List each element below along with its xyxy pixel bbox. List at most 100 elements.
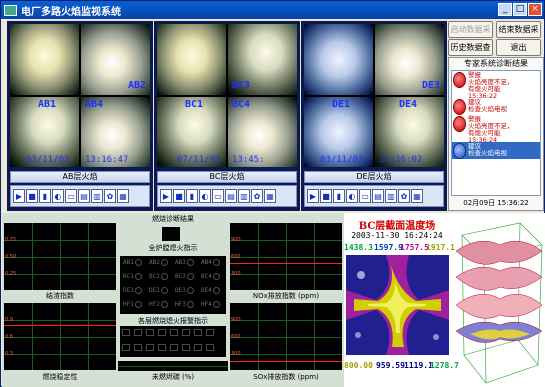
maximize-button[interactable]: □: [513, 3, 527, 16]
fire-indicator: DE1: [123, 287, 142, 294]
advice-icon: [453, 143, 466, 159]
zoom-icon[interactable]: ▭: [65, 189, 77, 203]
message-text: 建议 检查火焰电视: [468, 142, 507, 157]
camera-view-de2[interactable]: DE3: [375, 24, 444, 95]
settings-icon[interactable]: ✿: [104, 189, 116, 203]
camera-label: DE3: [421, 79, 440, 91]
camera-view-bc1[interactable]: [157, 24, 226, 95]
fire-indicator: HF1: [123, 301, 142, 308]
stop-capture-button[interactable]: 结束数据采集: [496, 21, 541, 49]
furnace-3d-view[interactable]: [450, 215, 544, 385]
camera-time: 13:45:: [232, 155, 265, 165]
slagging-chart: 0.75 0.50 0.25: [4, 223, 116, 290]
y-tick: 0.50: [5, 254, 17, 260]
alarm-box: [122, 329, 130, 336]
play-icon[interactable]: ▶: [13, 189, 25, 203]
panel-label: SOx排放指数 (ppm): [253, 373, 319, 381]
y-tick: 0.75: [5, 237, 17, 243]
camera-controls: ▶ ■ ▮ ◐ ▭ ▤ ▥ ✿ ▦: [157, 185, 297, 207]
prev-icon[interactable]: ▤: [78, 189, 90, 203]
fire-indicator: BC3: [175, 273, 194, 280]
fullscreen-icon[interactable]: ▦: [264, 189, 276, 203]
temperature-map[interactable]: [346, 255, 449, 355]
alarm-box: [182, 329, 190, 336]
camera-date: 03/11/03: [320, 155, 364, 165]
play-icon[interactable]: ▶: [307, 189, 319, 203]
message-list[interactable]: 警报 火焰亮度不足， 有熄火可能 15:36:22 建议 检查火焰电视 警报 火…: [451, 70, 541, 196]
list-item[interactable]: 建议 检查火焰电视: [452, 98, 540, 115]
alarm-icon: [453, 116, 466, 132]
alarm-box: [194, 329, 202, 336]
record-icon[interactable]: ▮: [333, 189, 345, 203]
y-tick: 0.25: [5, 271, 17, 277]
gridline: [286, 223, 287, 290]
snapshot-icon[interactable]: ◐: [199, 189, 211, 203]
temp-scale-value: 1438.3: [344, 243, 373, 252]
play-icon[interactable]: ▶: [160, 189, 172, 203]
prev-icon[interactable]: ▤: [372, 189, 384, 203]
gridline: [258, 223, 259, 290]
fullscreen-icon[interactable]: ▦: [117, 189, 129, 203]
fire-indicator: AB4: [201, 259, 220, 266]
gridline: [314, 303, 315, 370]
camera-view-ab3[interactable]: AB1 03/11/03: [10, 96, 79, 167]
settings-icon[interactable]: ✿: [398, 189, 410, 203]
y-tick: 600: [231, 334, 241, 340]
camera-view-bc4[interactable]: BC4 13:45:: [228, 96, 297, 167]
camera-view-de4[interactable]: DE4 13:16:02: [375, 96, 444, 167]
camera-view-ab2[interactable]: AB2: [81, 24, 150, 95]
stop-icon[interactable]: ■: [26, 189, 38, 203]
whole-furnace-title: 全炉膛熄火指示: [148, 244, 198, 252]
camera-view-bc2[interactable]: BC3: [228, 24, 297, 95]
alarm-box: [170, 329, 178, 336]
next-icon[interactable]: ▥: [91, 189, 103, 203]
temp-scale-value: 800.00: [344, 361, 373, 370]
gridline: [286, 303, 287, 370]
camera-view-bc3[interactable]: BC1 07/11/03: [157, 96, 226, 167]
next-icon[interactable]: ▥: [385, 189, 397, 203]
gridline: [32, 303, 33, 370]
camera-view-ab4[interactable]: AB4 13:16:47: [81, 96, 150, 167]
list-item[interactable]: 警报 火焰亮度不足， 有熄火可能 15:36:24: [452, 115, 540, 144]
y-tick: 0.3: [5, 351, 13, 357]
snapshot-icon[interactable]: ◐: [346, 189, 358, 203]
zoom-icon[interactable]: ▭: [212, 189, 224, 203]
y-tick: 0.6: [5, 334, 13, 340]
stop-icon[interactable]: ■: [173, 189, 185, 203]
zoom-icon[interactable]: ▭: [359, 189, 371, 203]
fullscreen-icon[interactable]: ▦: [411, 189, 423, 203]
camera-grid: BC3 BC1 07/11/03 BC4 13:45:: [157, 24, 297, 167]
record-icon[interactable]: ▮: [39, 189, 51, 203]
alarm-box: [134, 329, 142, 336]
list-item[interactable]: 警报 火焰亮度不足， 有熄火可能 15:36:22: [452, 71, 540, 100]
panel-label: 未燃烬碳 (%): [151, 373, 195, 381]
alarm-box: [206, 344, 214, 351]
settings-icon[interactable]: ✿: [251, 189, 263, 203]
alarm-box: [146, 344, 154, 351]
expert-timestamp: 02月09日 15:36:22: [463, 199, 529, 207]
exit-button[interactable]: 退出: [496, 39, 541, 56]
camera-view-de1[interactable]: [304, 24, 373, 95]
list-item[interactable]: 建议 检查火焰电视: [452, 142, 540, 159]
history-query-button[interactable]: 历史数据查询: [448, 39, 493, 67]
start-capture-button[interactable]: 启动数据采集: [448, 21, 493, 49]
temp-scale-value: 959.59: [376, 361, 405, 370]
alarm-row: [122, 344, 222, 353]
close-button[interactable]: ×: [528, 3, 542, 16]
camera-view-de3[interactable]: DE1 03/11/03: [304, 96, 373, 167]
gridline: [60, 223, 61, 290]
alarm-box: [194, 344, 202, 351]
snapshot-icon[interactable]: ◐: [52, 189, 64, 203]
camera-grid: AB2 AB1 03/11/03 AB4 13:16:47: [10, 24, 150, 167]
next-icon[interactable]: ▥: [238, 189, 250, 203]
alarm-box: [182, 344, 190, 351]
prev-icon[interactable]: ▤: [225, 189, 237, 203]
expert-title: 专家系统诊断结果: [464, 59, 528, 68]
camera-view-ab1[interactable]: [10, 24, 79, 95]
alarm-box: [146, 329, 154, 336]
minimize-button[interactable]: _: [498, 3, 512, 16]
stop-icon[interactable]: ■: [320, 189, 332, 203]
panel-label: NOx排放指数 (ppm): [252, 292, 320, 300]
record-icon[interactable]: ▮: [186, 189, 198, 203]
main-window: 电厂多路火焰监视系统 _ □ × AB2 AB1 03/11/03 AB4 13:1…: [0, 0, 545, 387]
